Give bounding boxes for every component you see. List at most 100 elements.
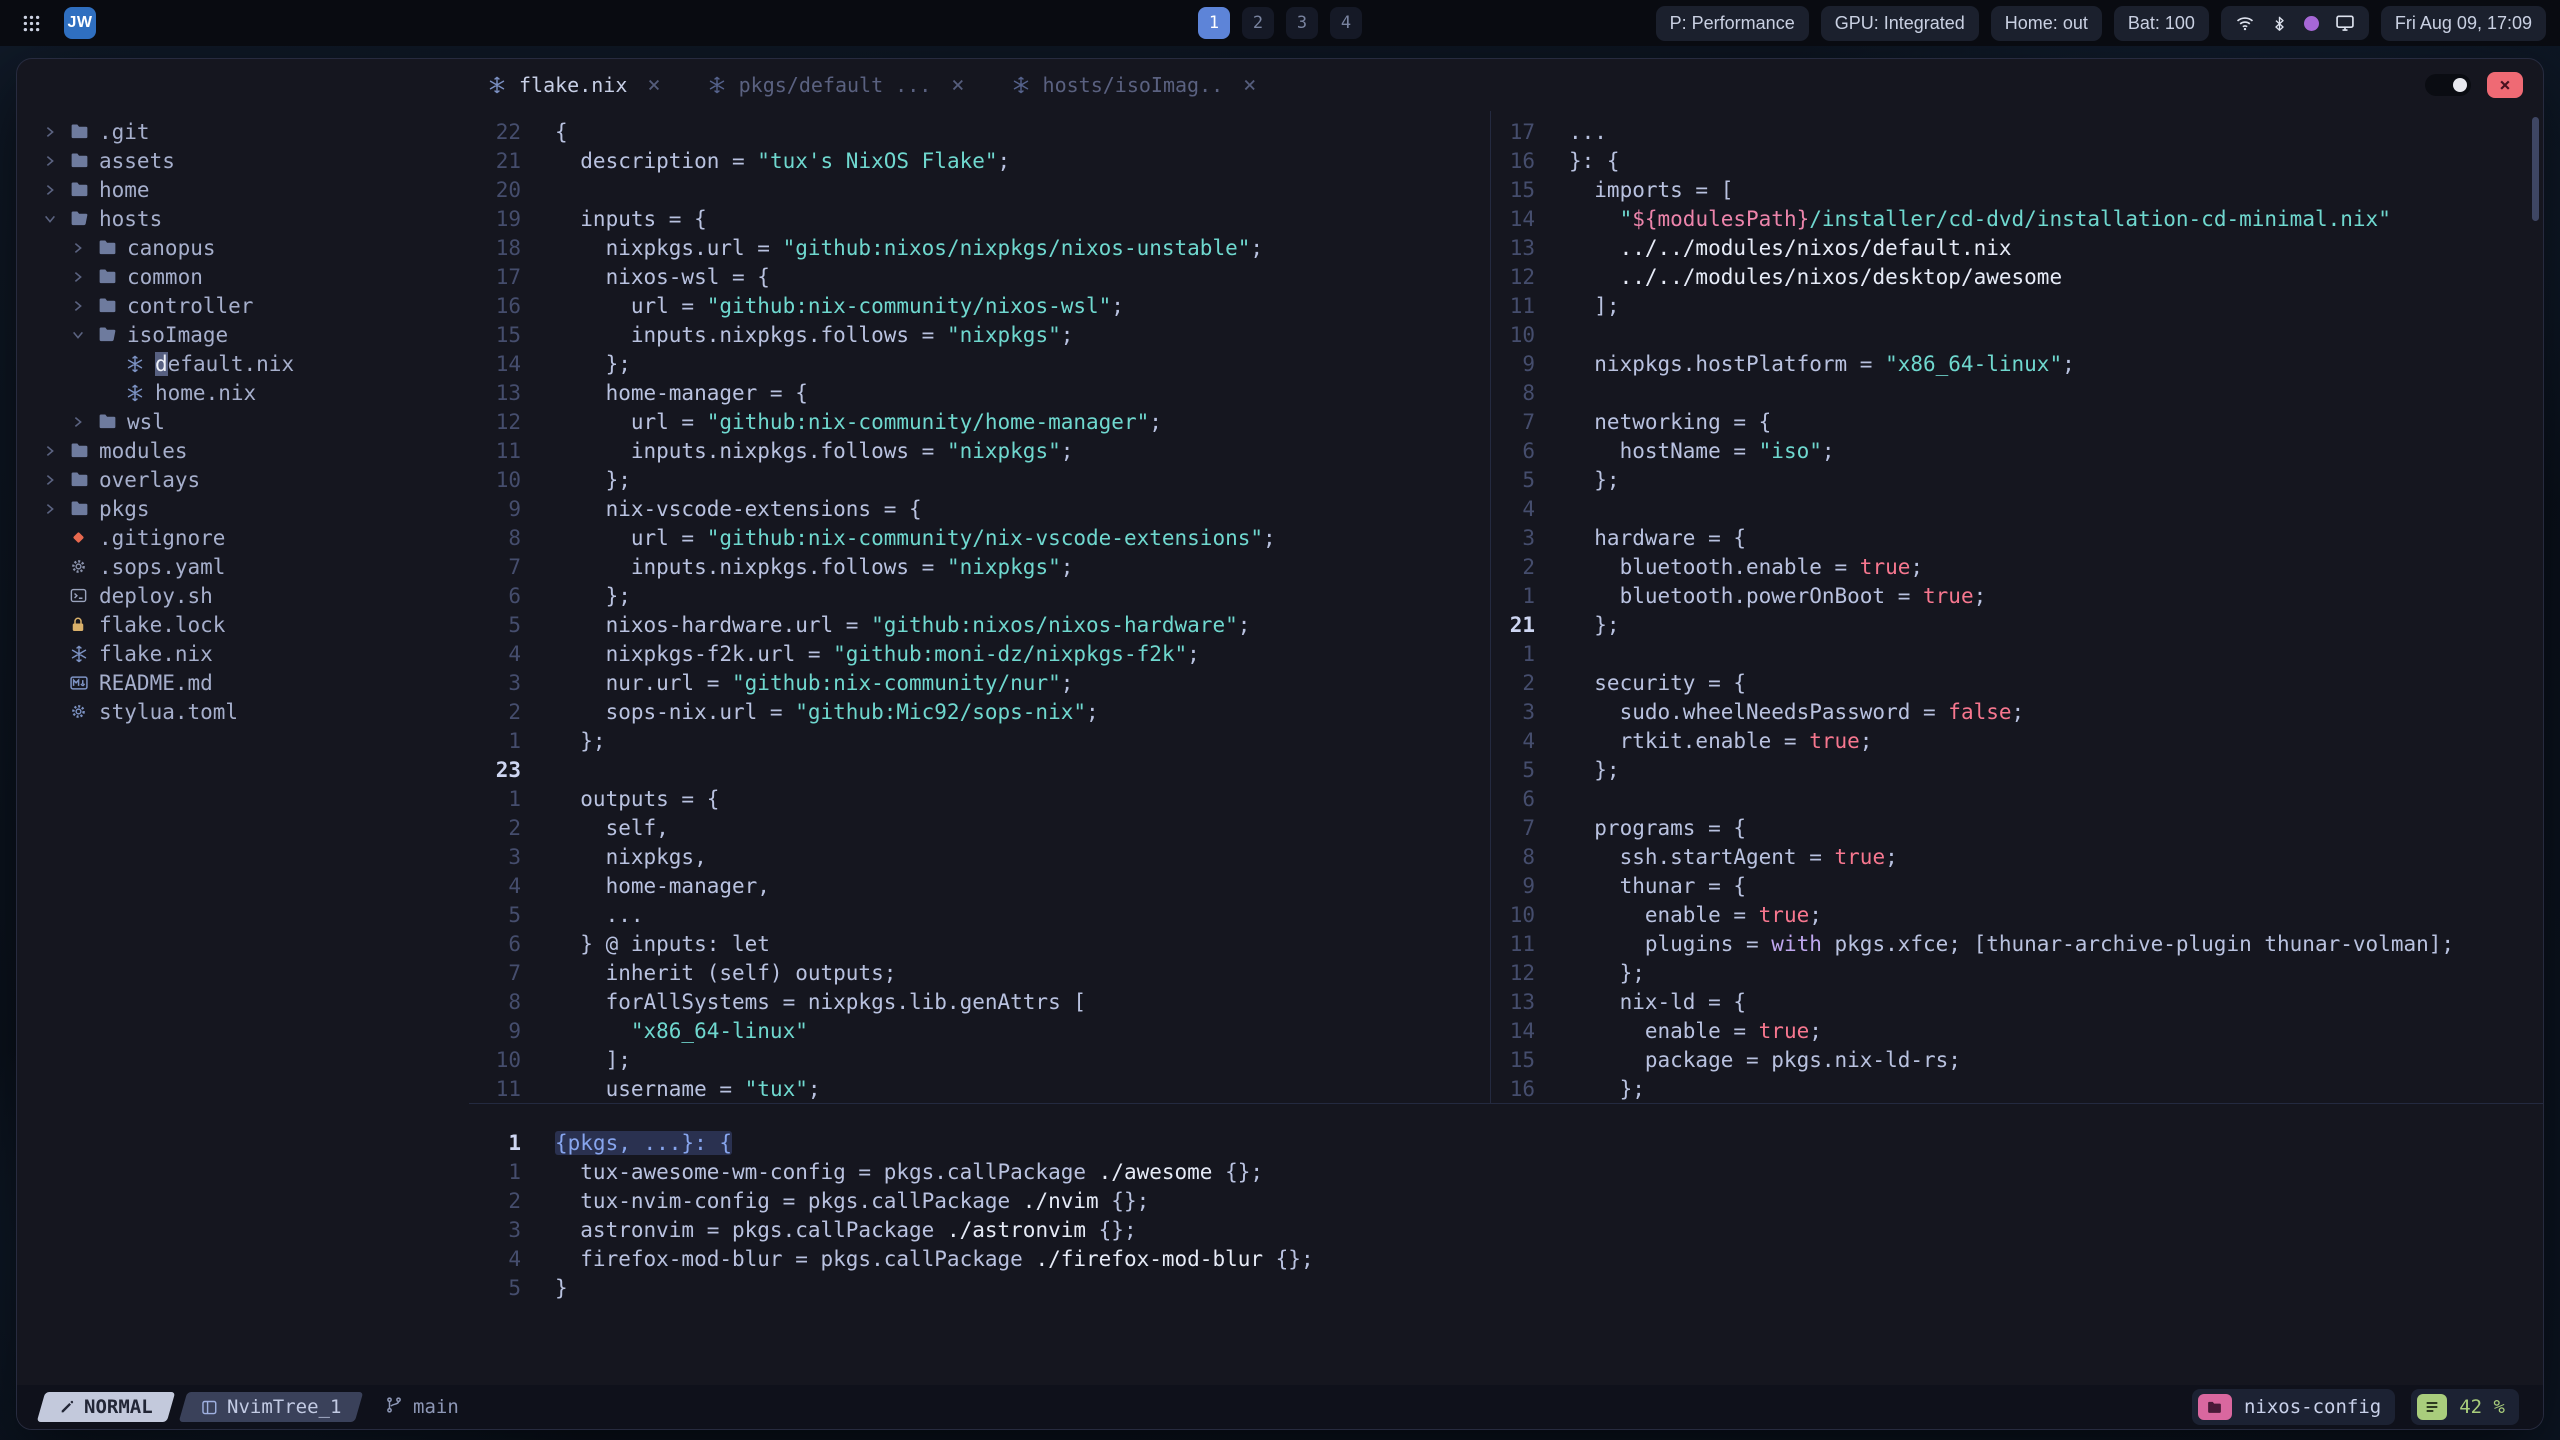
tree-item-.git[interactable]: .git [43, 117, 469, 146]
code-line[interactable]: 1 tux-awesome-wm-config = pkgs.callPacka… [469, 1157, 2543, 1186]
window-close-button[interactable]: × [2487, 72, 2523, 98]
code-line[interactable]: 16 url = "github:nix-community/nixos-wsl… [469, 291, 1490, 320]
tree-item-default.nix[interactable]: default.nix [43, 349, 469, 378]
code-line[interactable]: 4 firefox-mod-blur = pkgs.callPackage ./… [469, 1244, 2543, 1273]
chevron-open-icon[interactable] [43, 212, 69, 226]
chevron-closed-icon[interactable] [43, 183, 69, 197]
chevron-closed-icon[interactable] [71, 270, 97, 284]
tree-item-flake.nix[interactable]: flake.nix [43, 639, 469, 668]
tree-item-canopus[interactable]: canopus [43, 233, 469, 262]
apps-grid-icon[interactable] [14, 6, 48, 40]
code-line[interactable]: 12 url = "github:nix-community/home-mana… [469, 407, 1490, 436]
code-line[interactable]: 10 ]; [469, 1045, 1490, 1074]
tab-close-icon[interactable]: × [647, 73, 660, 98]
code-line[interactable]: 7 networking = { [1491, 407, 2543, 436]
bluetooth-icon[interactable] [2271, 15, 2288, 32]
code-line[interactable]: 1 }; [469, 726, 1490, 755]
tree-item-home[interactable]: home [43, 175, 469, 204]
tree-item-stylua.toml[interactable]: stylua.toml [43, 697, 469, 726]
code-line[interactable]: 21 }; [1491, 610, 2543, 639]
chevron-closed-icon[interactable] [43, 473, 69, 487]
code-line[interactable]: 7 programs = { [1491, 813, 2543, 842]
code-line[interactable]: 3 astronvim = pkgs.callPackage ./astronv… [469, 1215, 2543, 1244]
code-line[interactable]: 14 enable = true; [1491, 1016, 2543, 1045]
tab-close-icon[interactable]: × [1243, 73, 1256, 98]
code-line[interactable]: 5 }; [1491, 465, 2543, 494]
code-line[interactable]: 2 self, [469, 813, 1490, 842]
code-line[interactable]: 4 [1491, 494, 2543, 523]
code-line[interactable]: 5 }; [1491, 755, 2543, 784]
tab-pkgs/default ...[interactable]: pkgs/default ... × [689, 73, 983, 98]
chevron-closed-icon[interactable] [43, 154, 69, 168]
code-line[interactable]: 6 }; [469, 581, 1490, 610]
tree-item-assets[interactable]: assets [43, 146, 469, 175]
code-line[interactable]: 11 username = "tux"; [469, 1074, 1490, 1103]
code-line[interactable]: 3 nixpkgs, [469, 842, 1490, 871]
code-line[interactable]: 5 nixos-hardware.url = "github:nixos/nix… [469, 610, 1490, 639]
code-line[interactable]: 11 plugins = with pkgs.xfce; [thunar-arc… [1491, 929, 2543, 958]
code-line[interactable]: 15 package = pkgs.nix-ld-rs; [1491, 1045, 2543, 1074]
tree-item-common[interactable]: common [43, 262, 469, 291]
code-line[interactable]: 14 "${modulesPath}/installer/cd-dvd/inst… [1491, 204, 2543, 233]
code-line[interactable]: 8 ssh.startAgent = true; [1491, 842, 2543, 871]
pane-bottom[interactable]: 1 {pkgs, ...}: {1 tux-awesome-wm-config =… [469, 1103, 2543, 1385]
pane-left[interactable]: 22{21 description = "tux's NixOS Flake";… [469, 111, 1491, 1103]
code-line[interactable]: 5} [469, 1273, 2543, 1302]
tab-flake.nix[interactable]: flake.nix × [469, 73, 679, 98]
code-line[interactable]: 9 "x86_64-linux" [469, 1016, 1490, 1045]
code-line[interactable]: 16}: { [1491, 146, 2543, 175]
code-line[interactable]: 17 nixos-wsl = { [469, 262, 1490, 291]
tree-item-home.nix[interactable]: home.nix [43, 378, 469, 407]
chevron-closed-icon[interactable] [71, 299, 97, 313]
code-line[interactable]: 6 } @ inputs: let [469, 929, 1490, 958]
code-line[interactable]: 13 ../../modules/nixos/default.nix [1491, 233, 2543, 262]
code-line[interactable]: 16 }; [1491, 1074, 2543, 1103]
code-line[interactable]: 19 inputs = { [469, 204, 1490, 233]
code-line[interactable]: 2 bluetooth.enable = true; [1491, 552, 2543, 581]
tree-item-wsl[interactable]: wsl [43, 407, 469, 436]
code-line[interactable]: 8 forAllSystems = nixpkgs.lib.genAttrs [ [469, 987, 1490, 1016]
code-line[interactable]: 9 thunar = { [1491, 871, 2543, 900]
tree-item-controller[interactable]: controller [43, 291, 469, 320]
code-line[interactable]: 4 nixpkgs-f2k.url = "github:moni-dz/nixp… [469, 639, 1490, 668]
code-line[interactable]: 7 inputs.nixpkgs.follows = "nixpkgs"; [469, 552, 1490, 581]
code-line[interactable]: 2 sops-nix.url = "github:Mic92/sops-nix"… [469, 697, 1490, 726]
code-line[interactable]: 7 inherit (self) outputs; [469, 958, 1490, 987]
tab-close-icon[interactable]: × [951, 73, 964, 98]
pane-right[interactable]: 17... 16}: {15 imports = [14 "${modulesPa… [1491, 111, 2543, 1103]
display-icon[interactable] [2335, 13, 2355, 33]
code-line[interactable]: 4 rtkit.enable = true; [1491, 726, 2543, 755]
chevron-open-icon[interactable] [71, 328, 97, 342]
code-line[interactable]: 11 inputs.nixpkgs.follows = "nixpkgs"; [469, 436, 1490, 465]
code-line[interactable]: 15 inputs.nixpkgs.follows = "nixpkgs"; [469, 320, 1490, 349]
tree-item-.sops.yaml[interactable]: .sops.yaml [43, 552, 469, 581]
code-line[interactable]: 4 home-manager, [469, 871, 1490, 900]
code-line[interactable]: 6 hostName = "iso"; [1491, 436, 2543, 465]
code-line[interactable]: 22 { [469, 117, 1490, 146]
code-line[interactable]: 9 nix-vscode-extensions = { [469, 494, 1490, 523]
tree-item-hosts[interactable]: hosts [43, 204, 469, 233]
code-line[interactable]: 6 [1491, 784, 2543, 813]
workspace-3[interactable]: 3 [1286, 7, 1318, 39]
code-line[interactable]: 17... [1491, 117, 2543, 146]
code-line[interactable]: 13 nix-ld = { [1491, 987, 2543, 1016]
workspace-4[interactable]: 4 [1330, 7, 1362, 39]
workspace-2[interactable]: 2 [1242, 7, 1274, 39]
code-line[interactable]: 10 [1491, 320, 2543, 349]
code-line[interactable]: 12 }; [1491, 958, 2543, 987]
code-line[interactable]: 18 nixpkgs.url = "github:nixos/nixpkgs/n… [469, 233, 1490, 262]
code-line[interactable]: 1 outputs = { [469, 784, 1490, 813]
code-line[interactable]: 10 enable = true; [1491, 900, 2543, 929]
code-line[interactable]: 8 [1491, 378, 2543, 407]
color-dot-icon[interactable] [2303, 15, 2319, 31]
code-line[interactable]: 1 bluetooth.powerOnBoot = true; [1491, 581, 2543, 610]
code-line[interactable]: 23 [469, 755, 1490, 784]
code-line[interactable]: 3 hardware = { [1491, 523, 2543, 552]
tab-hosts/isoImag..[interactable]: hosts/isoImag.. × [993, 73, 1275, 98]
chevron-closed-icon[interactable] [71, 415, 97, 429]
code-line[interactable]: 14 }; [469, 349, 1490, 378]
wifi-icon[interactable] [2235, 13, 2255, 33]
tree-item-isoImage[interactable]: isoImage [43, 320, 469, 349]
code-line[interactable]: 20 [469, 175, 1490, 204]
tree-item-.gitignore[interactable]: .gitignore [43, 523, 469, 552]
